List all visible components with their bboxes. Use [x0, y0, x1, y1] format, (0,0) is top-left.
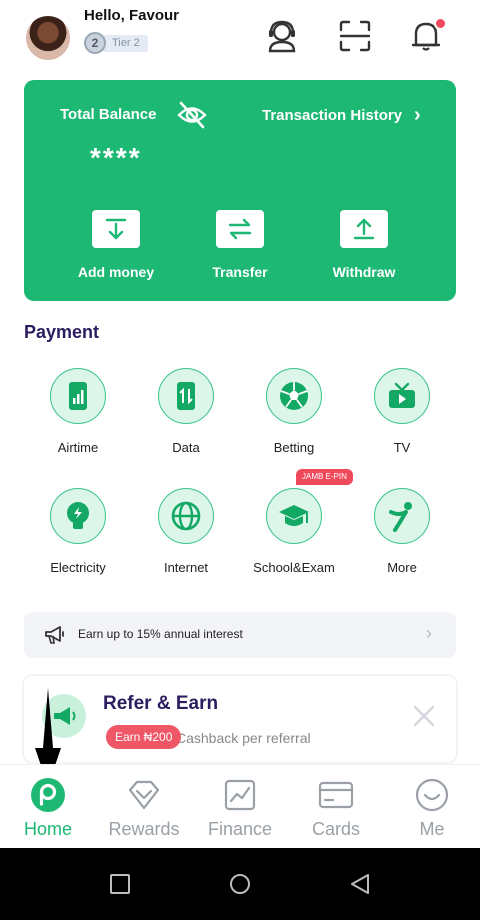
home-logo-icon: [31, 778, 65, 812]
payment-item-airtime[interactable]: Airtime: [24, 368, 132, 455]
earn-amount-badge: Earn ₦200: [106, 725, 182, 749]
withdraw-button[interactable]: Withdraw: [314, 210, 414, 280]
add-money-button[interactable]: Add money: [66, 210, 166, 280]
chevron-right-icon: ›: [426, 623, 432, 643]
nav-cards[interactable]: Cards: [288, 765, 384, 849]
nav-finance[interactable]: Finance: [192, 765, 288, 849]
payment-item-label: More: [387, 560, 417, 575]
nav-label: Me: [419, 819, 445, 839]
refer-earn-card[interactable]: Refer & Earn Cashback per referral Earn …: [24, 676, 456, 762]
payment-item-school-exam[interactable]: School&Exam: [240, 488, 348, 575]
withdraw-label: Withdraw: [332, 264, 396, 280]
football-icon: [280, 382, 308, 410]
close-icon[interactable]: [412, 704, 436, 728]
upload-icon: [353, 218, 375, 240]
back-triangle-icon[interactable]: [348, 872, 372, 896]
phone-data-icon: [177, 382, 195, 410]
chevron-right-icon[interactable]: ›: [414, 104, 421, 127]
notification-dot: [434, 17, 447, 30]
download-icon: [105, 218, 127, 240]
graduation-cap-icon: [279, 505, 309, 526]
recent-apps-icon[interactable]: [108, 872, 132, 896]
payment-item-label: School&Exam: [253, 560, 335, 575]
payment-item-internet[interactable]: Internet: [132, 488, 240, 575]
nav-label: Rewards: [108, 819, 180, 839]
payment-item-label: Airtime: [57, 440, 99, 455]
jamb-epin-badge: JAMB E-PIN: [296, 469, 353, 485]
scan-icon[interactable]: [337, 18, 373, 54]
interest-text: Earn up to 15% annual interest: [78, 627, 243, 641]
smiley-icon: [415, 778, 449, 812]
hide-balance-icon[interactable]: [176, 100, 208, 130]
more-figure-icon: [389, 502, 412, 532]
chart-icon: [224, 779, 256, 811]
system-nav-bar: [0, 848, 480, 920]
transaction-history-link[interactable]: Transaction History: [262, 107, 402, 124]
swap-arrows-icon: [228, 218, 252, 240]
bulb-icon: [67, 502, 89, 529]
header: Hello, Favour Tier 2 2: [0, 0, 480, 76]
nav-label: Home: [23, 819, 72, 839]
globe-icon: [171, 501, 201, 531]
nav-rewards[interactable]: Rewards: [96, 765, 192, 849]
transfer-button[interactable]: Transfer: [190, 210, 290, 280]
payment-title: Payment: [24, 322, 100, 342]
card-icon: [318, 781, 354, 809]
refer-subtitle: Cashback per referral: [176, 730, 311, 746]
balance-amount: ****: [90, 142, 142, 173]
nav-label: Finance: [207, 819, 273, 839]
payment-item-label: Data: [172, 440, 200, 455]
payment-item-label: TV: [393, 440, 411, 455]
payment-item-data[interactable]: Data: [132, 368, 240, 455]
payment-item-label: Internet: [163, 560, 209, 575]
interest-banner[interactable]: Earn up to 15% annual interest ›: [24, 612, 456, 658]
diamond-icon: [128, 780, 160, 810]
bottom-nav: Home Rewards Finance Cards Me: [0, 764, 480, 848]
tier-medal-icon: 2: [84, 32, 106, 54]
megaphone-icon: [45, 626, 64, 644]
payment-item-more[interactable]: More: [348, 488, 456, 575]
support-agent-icon[interactable]: [264, 18, 300, 54]
nav-home[interactable]: Home: [0, 765, 96, 849]
payment-item-tv[interactable]: TV: [348, 368, 456, 455]
tv-icon: [389, 382, 415, 408]
avatar[interactable]: [26, 16, 70, 60]
payment-item-electricity[interactable]: Electricity: [24, 488, 132, 575]
payment-item-label: Electricity: [50, 560, 106, 575]
nav-label: Cards: [311, 819, 360, 839]
payment-item-label: Betting: [273, 440, 315, 455]
transfer-label: Transfer: [212, 264, 268, 280]
total-balance-label: Total Balance: [60, 106, 157, 123]
balance-card: Total Balance Transaction History › ****…: [24, 80, 456, 301]
home-circle-icon[interactable]: [228, 872, 252, 896]
tier-badge: Tier 2: [102, 35, 148, 52]
greeting-text: Hello, Favour: [84, 7, 180, 24]
payment-item-betting[interactable]: Betting: [240, 368, 348, 455]
nav-me[interactable]: Me: [384, 765, 480, 849]
refer-title: Refer & Earn: [103, 693, 219, 714]
phone-signal-icon: [69, 382, 87, 410]
add-money-label: Add money: [77, 264, 155, 280]
notifications-button[interactable]: [408, 17, 447, 54]
